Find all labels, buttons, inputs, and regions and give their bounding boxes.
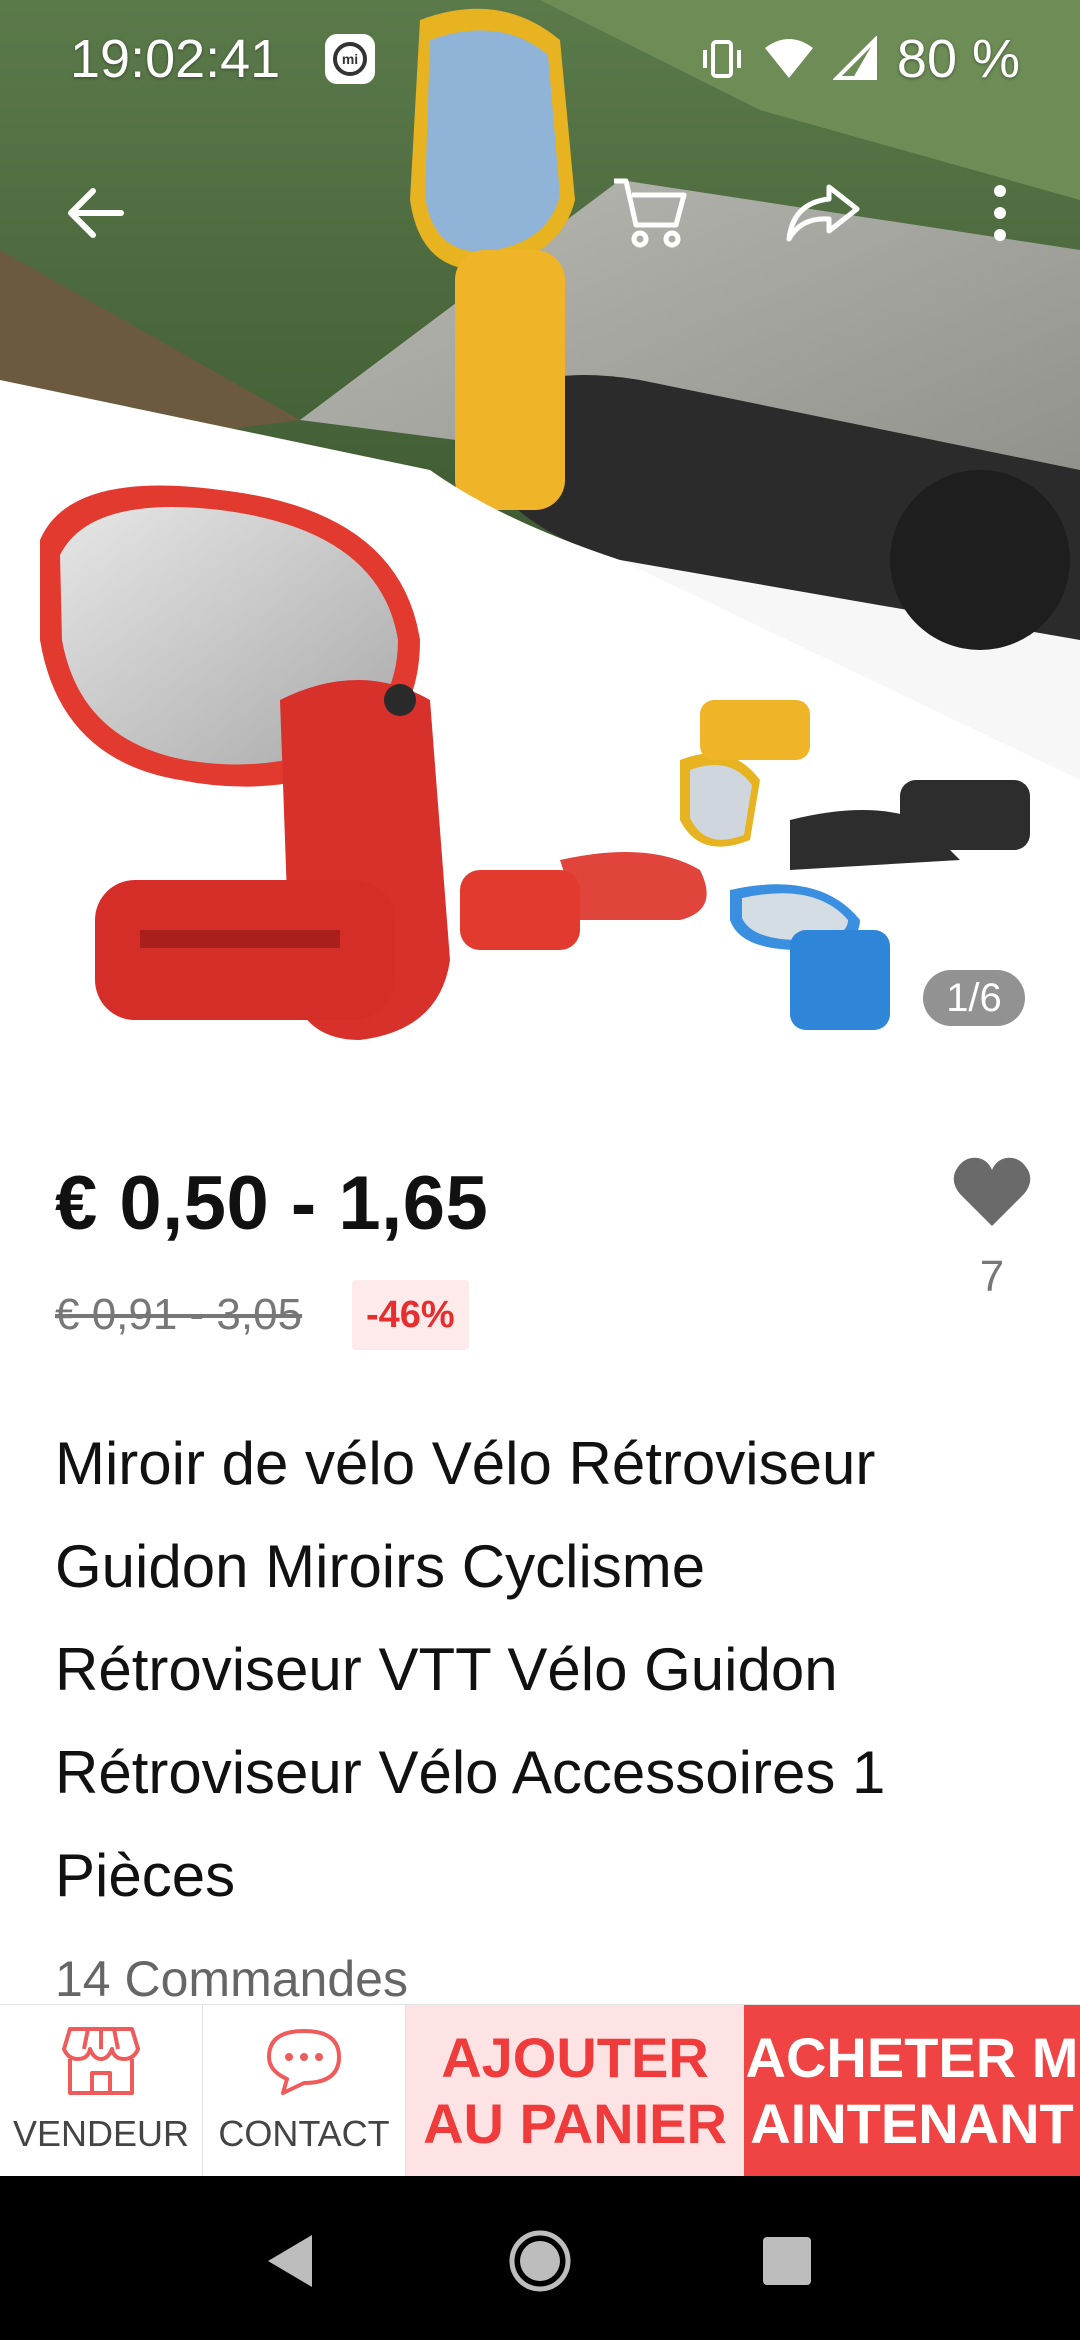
heart-icon [953,1157,1031,1226]
add-to-cart-button[interactable]: AJOUTER AU PANIER [406,2005,744,2177]
more-vertical-icon [994,185,1006,241]
more-button[interactable] [955,168,1045,258]
back-button[interactable] [50,168,140,258]
share-icon [786,184,860,242]
square-recents-icon [763,2237,811,2285]
vibrate-icon [702,40,741,78]
system-nav-bar [0,2176,1080,2340]
battery-level: 80 % [896,29,1020,89]
buy-now-line1: ACHETER M [745,2026,1079,2089]
status-bar: 19:02:41 mi 80 % [0,0,1080,120]
system-home-button[interactable] [495,2216,585,2306]
buy-now-button[interactable]: ACHETER M AINTENANT [744,2005,1080,2177]
product-title: Miroir de vélo Vélo Rétroviseur Guidon M… [55,1430,886,1909]
wifi-icon [764,39,813,78]
contact-button[interactable]: CONTACT [203,2005,406,2177]
product-detail-screen: 19:02:41 mi 80 % 1/6 € 0,50 - 1,65 € 0,9… [0,0,1080,2340]
buy-now-line2: AINTENANT [750,2092,1074,2155]
cart-button[interactable] [605,168,695,258]
wishlist-button[interactable] [950,1150,1034,1234]
price-range: € 0,50 - 1,65 [55,1161,489,1246]
wishlist-count: 7 [979,1252,1005,1301]
discount-badge: -46% [352,1280,469,1350]
product-photo [0,0,1080,1080]
mi-app-icon: mi [325,34,375,84]
status-time: 19:02:41 [70,29,281,89]
signal-icon [832,36,877,80]
bottom-action-bar: VENDEUR CONTACT AJOUTER AU PANIER ACHETE… [0,2004,1080,2177]
chat-icon [267,2029,341,2095]
store-button[interactable]: VENDEUR [0,2005,203,2177]
triangle-back-icon [268,2235,312,2287]
share-button[interactable] [778,168,868,258]
circle-home-icon [509,2230,571,2292]
cart-icon [614,178,687,248]
store-label: VENDEUR [12,2113,190,2154]
contact-label: CONTACT [218,2113,390,2154]
arrow-left-icon [68,188,124,238]
store-icon [62,2027,140,2095]
image-counter: 1/6 [923,970,1025,1026]
system-recents-button[interactable] [742,2216,832,2306]
add-to-cart-line1: AJOUTER [441,2026,709,2089]
status-icons: 80 % [699,28,1020,90]
add-to-cart-line2: AU PANIER [423,2092,727,2155]
system-back-button[interactable] [245,2216,335,2306]
original-price: € 0,91 - 3,05 [55,1290,303,1339]
orders-count: 14 Commandes [55,1951,408,2007]
product-image-gallery[interactable] [0,0,1080,1080]
